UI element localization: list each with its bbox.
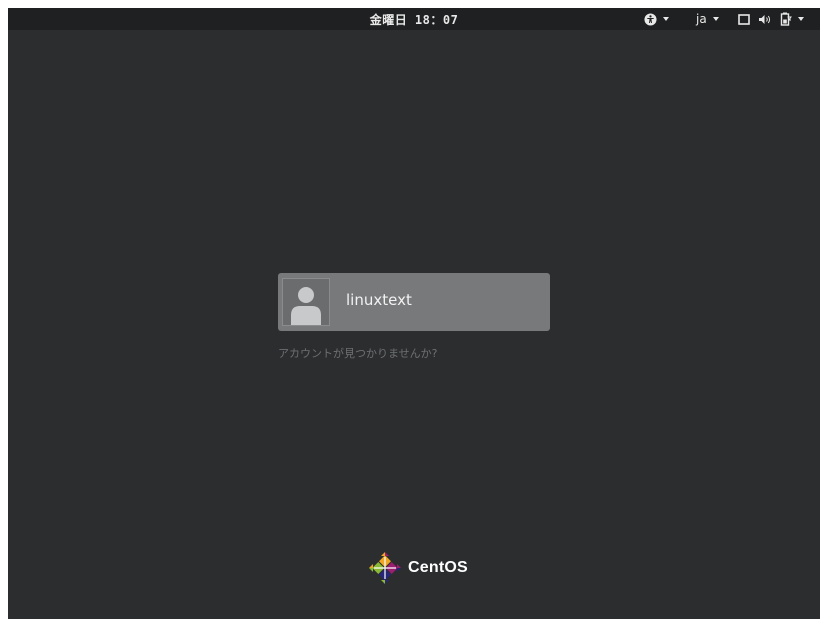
display-icon	[738, 13, 750, 25]
chevron-down-icon	[798, 17, 804, 21]
language-label: ja	[696, 12, 707, 26]
accessibility-icon	[644, 12, 657, 26]
user-list-item[interactable]: linuxtext	[278, 273, 550, 331]
chevron-down-icon	[663, 17, 669, 21]
distro-name: CentOS	[408, 559, 468, 576]
accessibility-menu[interactable]	[644, 10, 669, 28]
system-menu[interactable]	[738, 10, 804, 28]
username-label: linuxtext	[346, 291, 412, 309]
language-menu[interactable]: ja	[696, 10, 719, 28]
login-screen: 金曜日 18：07 ja linuxtext アカウントが見つかりませんか? C…	[8, 8, 820, 619]
default-user-avatar-icon	[282, 278, 330, 326]
distro-branding: CentOS	[368, 549, 468, 587]
volume-icon	[759, 14, 771, 24]
chevron-down-icon	[712, 17, 719, 21]
top-bar: 金曜日 18：07 ja	[8, 8, 820, 30]
centos-logo-icon	[369, 552, 401, 584]
battery-icon	[780, 12, 792, 26]
not-listed-link[interactable]: アカウントが見つかりませんか?	[278, 345, 438, 361]
